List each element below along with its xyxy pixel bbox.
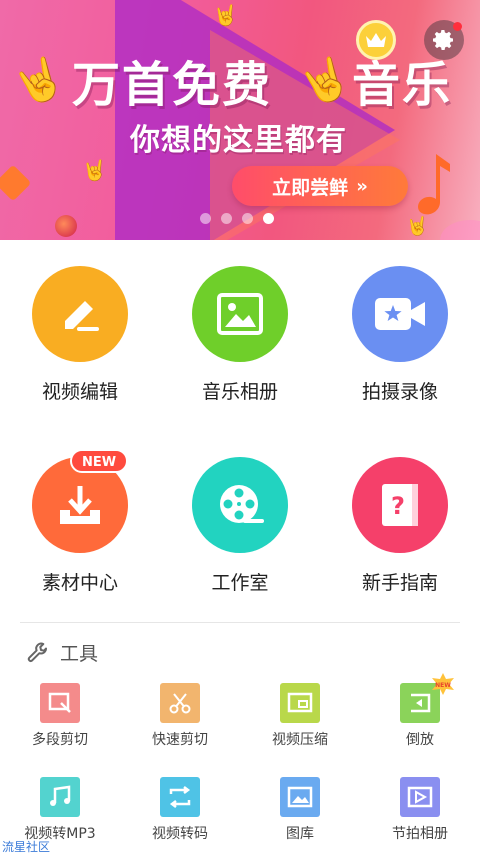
gear-icon [433, 30, 453, 50]
promo-banner[interactable]: 🤘 🤘 🤘 🤘 🤘 万首免费 音乐 你想的这里都有 立即尝鲜 » [0, 0, 480, 240]
hand-rock-icon: 🤘 [82, 158, 107, 182]
feature-icon-circle [352, 266, 448, 362]
tool-icon-box [400, 777, 440, 817]
tool-icon-box [280, 777, 320, 817]
feature-icon-circle [32, 266, 128, 362]
pencil-icon [65, 301, 99, 331]
feature-icon-circle: NEW [32, 449, 128, 553]
tool-label: 视频压缩 [272, 732, 328, 748]
feature-label: 工作室 [211, 572, 269, 594]
compress-icon [287, 692, 313, 713]
tools-section-header: 工具 [26, 642, 98, 666]
tools-section-title: 工具 [60, 643, 99, 665]
music-note-decoration [418, 154, 450, 215]
banner-title: 万首免费 音乐 [0, 55, 480, 115]
crown-icon [366, 33, 386, 47]
new-badge: NEW [70, 449, 128, 473]
notification-dot [453, 22, 462, 31]
feature-label: 新手指南 [361, 572, 438, 594]
music-note-icon [50, 785, 71, 806]
scissors-icon [169, 693, 191, 714]
vip-crown-button[interactable] [356, 20, 396, 60]
carousel-indicator[interactable] [200, 213, 274, 224]
tool-label: 图库 [286, 826, 314, 842]
tool-icon-box [160, 683, 200, 723]
feature-icon-circle [192, 457, 288, 553]
banner-title-right: 音乐 [352, 57, 453, 113]
download-tray-icon [60, 486, 100, 524]
banner-decoration [440, 220, 480, 240]
banner-subtitle: 你想的这里都有 [130, 123, 347, 158]
tool-video-transcode[interactable]: 视频转码 [120, 777, 240, 843]
tool-reverse[interactable]: NEW 倒放 [360, 673, 480, 749]
tool-label: 倒放 [406, 732, 434, 748]
tool-icon-box: NEW [400, 673, 454, 723]
tool-icon-box [40, 777, 80, 817]
banner-decoration [0, 164, 32, 202]
svg-text:NEW: NEW [435, 682, 451, 689]
feature-shoot-record[interactable]: 拍摄录像 [320, 266, 480, 404]
picture-icon [217, 293, 263, 335]
carousel-dot[interactable] [242, 213, 253, 224]
beat-album-icon [407, 786, 433, 808]
settings-button[interactable] [424, 20, 464, 60]
tool-beat-album[interactable]: 节拍相册 [360, 777, 480, 843]
hand-rock-icon: 🤘 [213, 3, 238, 27]
convert-icon [169, 786, 191, 808]
wrench-icon [27, 642, 47, 662]
svg-text:?: ? [391, 492, 405, 520]
tool-gallery[interactable]: 图库 [240, 777, 360, 843]
feature-music-album[interactable]: 音乐相册 [160, 266, 320, 404]
feature-icon-circle: ? [352, 457, 448, 553]
carousel-dot[interactable] [200, 213, 211, 224]
feature-label: 素材中心 [41, 572, 118, 594]
banner-decoration [55, 215, 77, 237]
hand-rock-icon: 🤘 [406, 216, 429, 237]
new-star-badge: NEW [432, 673, 454, 695]
film-reel-icon [220, 485, 264, 523]
feature-video-edit[interactable]: 视频编辑 [0, 266, 160, 404]
gallery-icon [287, 786, 313, 808]
tool-video-to-mp3[interactable]: 视频转MP3 [0, 777, 120, 843]
tool-icon-box [160, 777, 200, 817]
double-chevron-right-icon: » [356, 175, 368, 197]
feature-studio[interactable]: 工作室 [160, 457, 320, 595]
tool-multi-cut[interactable]: 多段剪切 [0, 683, 120, 749]
section-divider [20, 622, 460, 623]
tool-video-compress[interactable]: 视频压缩 [240, 683, 360, 749]
watermark-text: 流星社区 [2, 840, 51, 854]
multi-cut-icon [48, 692, 71, 713]
feature-beginner-guide[interactable]: ? 新手指南 [320, 457, 480, 595]
question-book-icon: ? [382, 484, 418, 526]
video-camera-icon [375, 298, 425, 330]
carousel-dot[interactable] [221, 213, 232, 224]
tool-label: 多段剪切 [32, 732, 88, 748]
tool-icon-box [280, 683, 320, 723]
feature-label: 拍摄录像 [361, 381, 438, 403]
feature-icon-circle [192, 266, 288, 362]
tool-quick-cut[interactable]: 快速剪切 [120, 683, 240, 749]
banner-title-left: 万首免费 [72, 57, 273, 113]
feature-material-center[interactable]: NEW 素材中心 [0, 449, 160, 595]
carousel-dot-active[interactable] [263, 213, 274, 224]
feature-label: 音乐相册 [201, 381, 278, 403]
tool-label: 视频转码 [152, 826, 208, 842]
try-now-label: 立即尝鲜 [272, 176, 349, 199]
tool-label: 快速剪切 [152, 732, 208, 748]
feature-label: 视频编辑 [41, 381, 118, 403]
tool-label: 节拍相册 [392, 826, 448, 842]
try-now-button[interactable]: 立即尝鲜 » [232, 166, 408, 206]
tool-icon-box [40, 683, 80, 723]
